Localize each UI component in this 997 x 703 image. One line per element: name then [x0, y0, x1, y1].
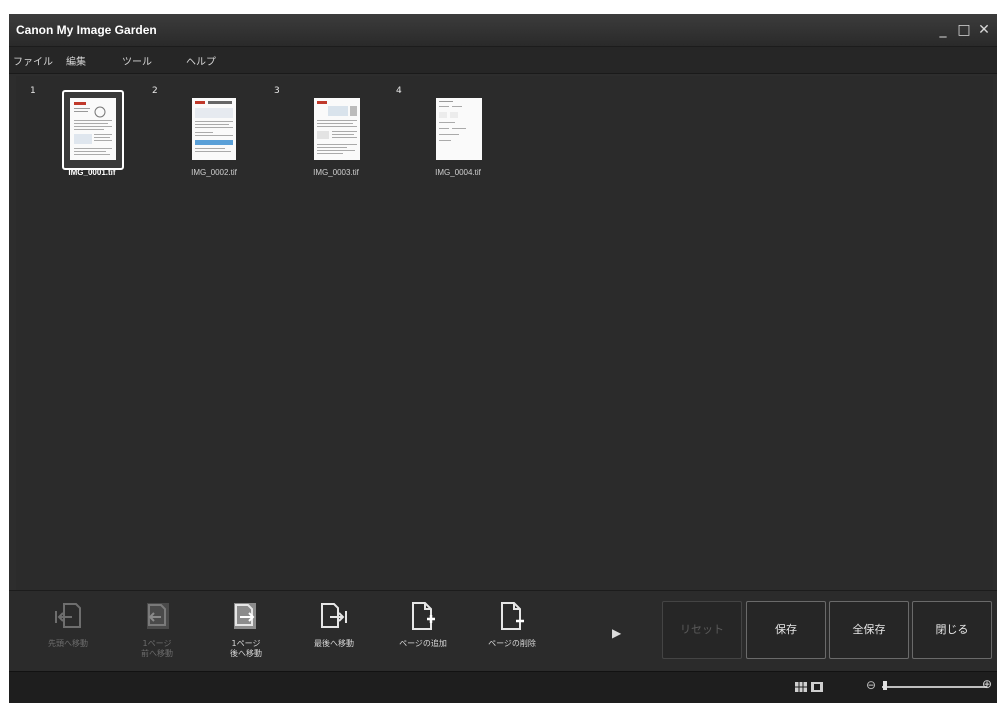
thumbnail-frame [62, 90, 124, 170]
grid-view-icon[interactable] [795, 682, 807, 692]
move-back-button[interactable]: 1ページ 前へ移動 [117, 597, 197, 661]
thumbnail-filename: IMG_0004.tif [435, 168, 481, 177]
add-page-button[interactable]: ページの追加 [383, 597, 463, 661]
move-forward-icon [234, 603, 256, 629]
thumbnail-filename: IMG_0001.tif [68, 168, 116, 177]
minimize-button[interactable]: _ [934, 21, 952, 39]
thumbnail-filename: IMG_0002.tif [191, 168, 237, 177]
zoom-slider[interactable] [882, 686, 987, 688]
move-to-first-button[interactable]: 先頭へ移動 [28, 597, 108, 661]
move-to-first-label: 先頭へ移動 [48, 639, 88, 648]
menu-tools[interactable]: ツール [122, 53, 152, 68]
move-back-icon [147, 603, 169, 629]
delete-page-label: ページの削除 [488, 639, 536, 648]
thumbnail-frame [306, 90, 364, 166]
page-thumbnail[interactable]: 2 IMG_0002.tif [152, 86, 262, 181]
close-button[interactable]: 閉じる [912, 601, 992, 659]
move-to-last-button[interactable]: 最後へ移動 [294, 597, 374, 661]
page-number: 1 [30, 86, 36, 96]
page-thumbnail[interactable]: 3 IMG_0003.tif [274, 86, 384, 181]
add-page-icon [412, 602, 435, 630]
app-window: Canon My Image Garden _ □ ✕ ファイル 編集 ツール … [9, 14, 997, 703]
save-all-button[interactable]: 全保存 [829, 601, 909, 659]
menu-edit[interactable]: 編集 [66, 53, 86, 68]
move-to-first-icon [55, 603, 81, 628]
app-title: Canon My Image Garden [16, 23, 157, 37]
delete-page-button[interactable]: ページの削除 [472, 597, 552, 661]
page-number: 2 [152, 86, 158, 96]
document-preview-icon [192, 98, 236, 160]
thumbnail-frame [184, 90, 242, 166]
move-to-last-icon [321, 603, 347, 628]
zoom-slider-handle[interactable] [883, 681, 887, 690]
menu-help[interactable]: ヘルプ [186, 53, 216, 68]
page-number: 4 [396, 86, 402, 96]
status-bar: ⊖ ⊕ [9, 671, 997, 703]
save-button[interactable]: 保存 [746, 601, 826, 659]
move-back-label: 1ページ 前へ移動 [141, 639, 173, 658]
page-number: 3 [274, 86, 280, 96]
single-view-icon[interactable] [811, 682, 823, 692]
thumbnail-frame [428, 90, 486, 166]
document-preview-icon [314, 98, 360, 160]
move-forward-button[interactable]: 1ページ 後へ移動 [206, 597, 286, 661]
reset-button[interactable]: リセット [662, 601, 742, 659]
add-page-label: ページの追加 [399, 639, 447, 648]
document-preview-icon [70, 98, 116, 160]
move-forward-label: 1ページ 後へ移動 [230, 639, 262, 658]
close-window-button[interactable]: ✕ [975, 21, 993, 39]
title-bar: Canon My Image Garden _ □ ✕ [9, 14, 997, 47]
expand-arrow-icon[interactable]: ▶ [612, 626, 621, 640]
move-to-last-label: 最後へ移動 [314, 639, 354, 648]
maximize-button[interactable]: □ [955, 21, 973, 39]
thumbnail-filename: IMG_0003.tif [313, 168, 359, 177]
zoom-out-icon[interactable]: ⊖ [866, 678, 876, 692]
menu-bar: ファイル 編集 ツール ヘルプ [9, 47, 997, 74]
page-thumbnail-area: 1 IMG_0001.tif 2 IMG_0002.tif 3 IMG_0003… [16, 76, 993, 590]
delete-page-icon [501, 602, 524, 630]
page-thumbnail[interactable]: 4 IMG_0004.tif [396, 86, 506, 181]
page-thumbnail[interactable]: 1 IMG_0001.tif [30, 86, 140, 181]
zoom-in-icon[interactable]: ⊕ [982, 677, 992, 691]
document-preview-icon [436, 98, 482, 160]
menu-file[interactable]: ファイル [13, 53, 53, 68]
page-toolbar: 先頭へ移動 1ページ 前へ移動 1ページ 後へ移動 最後へ移動 ページの追加 ペ… [9, 590, 997, 671]
